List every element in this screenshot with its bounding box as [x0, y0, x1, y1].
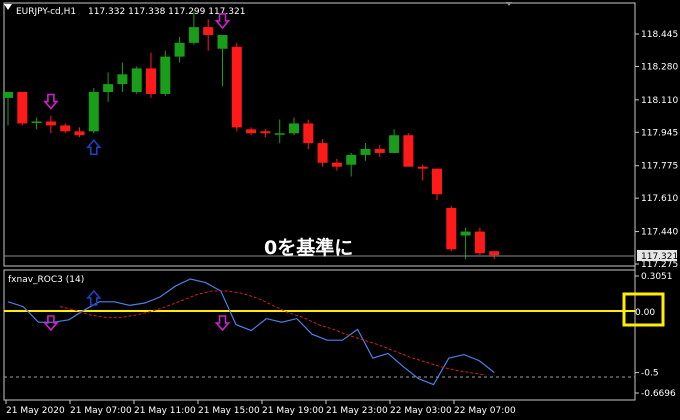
zero-value-label: 0.00: [635, 308, 655, 318]
candle-body: [103, 84, 114, 92]
candle-body: [489, 251, 500, 256]
candle-body: [460, 231, 471, 236]
chart-shift-marker-icon[interactable]: [506, 2, 512, 6]
candle-body: [117, 74, 128, 85]
time-tick-label: 21 May 23:00: [326, 406, 388, 416]
indicator-tick-label: 0.3051: [641, 272, 673, 282]
candle-body: [146, 68, 156, 94]
candle-body: [331, 162, 342, 167]
time-tick-label: 21 May 19:00: [262, 406, 324, 416]
price-tick-label: 118.280: [641, 62, 678, 72]
buy-arrow-icon: [86, 139, 102, 156]
price-tick-label: 118.110: [641, 96, 678, 106]
main-pane-frame: [3, 2, 636, 267]
candle-body: [131, 68, 142, 92]
price-tick-label: 117.945: [641, 128, 678, 138]
sell-arrow-icon: [214, 315, 231, 332]
expand-triangle-icon[interactable]: [4, 4, 12, 10]
price-tick-label: 117.440: [641, 228, 678, 238]
price-axis: 118.445 118.280 118.110 117.945 117.775 117.6…: [635, 30, 678, 270]
current-price-label: 117.321: [641, 252, 678, 262]
candle-body: [203, 27, 214, 35]
candle-body: [346, 154, 357, 165]
indicator-tick-label: -0.5: [641, 369, 659, 379]
indicator-tick-label: -0.6696: [641, 389, 676, 399]
candle-body: [31, 121, 42, 123]
candle-body: [374, 149, 385, 153]
candle-body: [317, 143, 328, 163]
candle-body: [3, 91, 13, 98]
candle-body: [217, 34, 228, 49]
time-tick-label: 22 May 07:00: [454, 406, 516, 416]
candle-body: [360, 149, 371, 155]
time-tick-label: 21 May 2020: [6, 406, 65, 416]
overlay-annotation: 0を基準に: [264, 236, 353, 259]
candle-body: [417, 166, 428, 169]
candle-body: [88, 91, 99, 132]
time-axis: 21 May 2020 21 May 07:00 21 May 11:00 21 Ma…: [5, 400, 516, 416]
symbol-label: EURJPY-cd,H1: [16, 7, 76, 17]
indicator-pane-frame: [3, 269, 636, 401]
trading-chart[interactable]: EURJPY-cd,H1 117.332 117.338 117.299 117…: [0, 0, 680, 420]
time-tick-label: 21 May 11:00: [134, 406, 196, 416]
indicator-axis: 0.3051 -0.5 -0.6696: [635, 272, 676, 399]
candle-body: [188, 27, 199, 43]
candle-body: [174, 42, 185, 57]
candle-body: [432, 168, 442, 195]
price-tick-label: 117.610: [641, 194, 678, 204]
price-tick-label: 117.775: [641, 162, 678, 172]
time-tick-label: 21 May 15:00: [198, 406, 260, 416]
candle-body: [17, 91, 28, 124]
candle-body: [231, 46, 242, 128]
candle-body: [274, 133, 285, 135]
candle-body: [446, 207, 457, 250]
candle-body: [160, 56, 171, 94]
candle-body: [289, 123, 299, 134]
candle-body: [303, 123, 314, 144]
sell-arrow-icon: [43, 315, 59, 332]
candlestick-series: [3, 11, 500, 260]
candle-body: [45, 121, 56, 126]
candle-body: [403, 135, 414, 167]
candle-body: [474, 231, 485, 254]
sell-arrow-icon: [43, 93, 59, 110]
indicator-label: fxnav_ROC3 (14): [8, 275, 84, 285]
candle-body: [389, 135, 400, 153]
candle-body: [260, 131, 271, 134]
time-tick-label: 22 May 03:00: [390, 406, 452, 416]
candle-body: [246, 129, 257, 134]
candle-body: [74, 131, 85, 136]
candle-body: [60, 125, 71, 132]
ohlc-label: 117.332 117.338 117.299 117.321: [88, 7, 245, 17]
roc-line: [7, 278, 495, 386]
price-tick-label: 118.445: [641, 30, 678, 40]
time-tick-label: 21 May 07:00: [70, 406, 132, 416]
